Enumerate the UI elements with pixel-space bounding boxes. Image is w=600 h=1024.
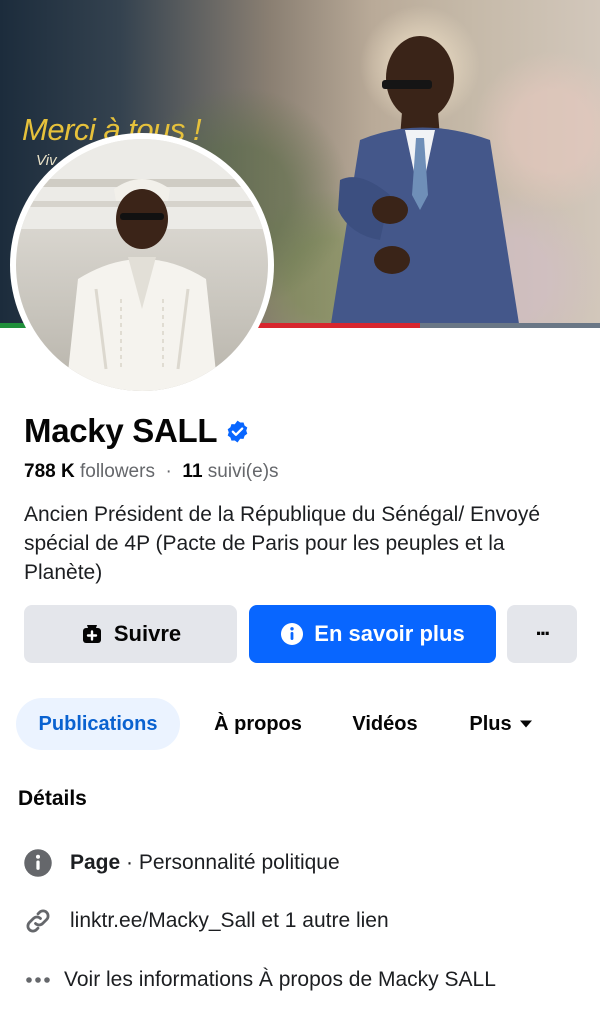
caret-down-icon (519, 720, 532, 728)
profile-name-row: Macky SALL (24, 412, 250, 450)
profile-name: Macky SALL (24, 412, 218, 449)
avatar-person-illustration (16, 139, 268, 391)
detail-links[interactable]: linktr.ee/Macky_Sall et 1 autre lien (22, 905, 389, 937)
learn-more-label: En savoir plus (314, 621, 465, 646)
following-count[interactable]: 11 (182, 461, 202, 482)
tab-more[interactable]: Plus (456, 698, 546, 750)
details-heading: Détails (18, 787, 87, 810)
tab-label: Plus (469, 712, 512, 735)
following-label[interactable]: suivi(e)s (208, 461, 279, 482)
tab-videos[interactable]: Vidéos (334, 698, 436, 750)
tab-label: Vidéos (352, 712, 418, 735)
tab-publications[interactable]: Publications (16, 698, 180, 750)
page-type-bold: Page (70, 851, 121, 874)
link-icon (22, 905, 54, 937)
info-circle-icon (22, 847, 54, 879)
profile-picture[interactable] (10, 133, 274, 397)
follow-button-label: Suivre (113, 621, 182, 646)
cover-person-illustration (330, 36, 520, 328)
page-type-text: Page · Personnalité politique (70, 851, 340, 875)
page-type-category: · Personnalité politique (120, 851, 340, 874)
info-icon (281, 623, 304, 645)
follow-stats: 788 K followers · 11 suivi(e)s (24, 461, 279, 483)
tab-label: À propos (214, 712, 302, 735)
verified-badge-icon[interactable] (225, 419, 250, 444)
tab-about[interactable]: À propos (196, 698, 320, 750)
more-options-icon: ··· (535, 621, 552, 646)
followers-label[interactable]: followers (80, 461, 155, 482)
follow-button[interactable]: Suivre (24, 605, 237, 663)
detail-page-type: Page · Personnalité politique (22, 847, 340, 879)
links-text[interactable]: linktr.ee/Macky_Sall et 1 autre lien (70, 909, 389, 933)
followers-count[interactable]: 788 K (24, 461, 75, 482)
cover-stripe-gray (420, 323, 600, 328)
follow-icon (82, 625, 101, 643)
profile-bio: Ancien Président de la République du Sén… (24, 503, 541, 584)
ellipsis-icon (22, 964, 54, 996)
learn-more-button[interactable]: En savoir plus (249, 605, 496, 663)
tab-label: Publications (38, 712, 158, 735)
stats-separator: · (160, 461, 178, 482)
about-info-text[interactable]: Voir les informations À propos de Macky … (64, 968, 496, 992)
more-options-button[interactable]: ··· (507, 605, 577, 663)
detail-about-link[interactable]: Voir les informations À propos de Macky … (22, 964, 496, 996)
avatar (16, 139, 268, 391)
